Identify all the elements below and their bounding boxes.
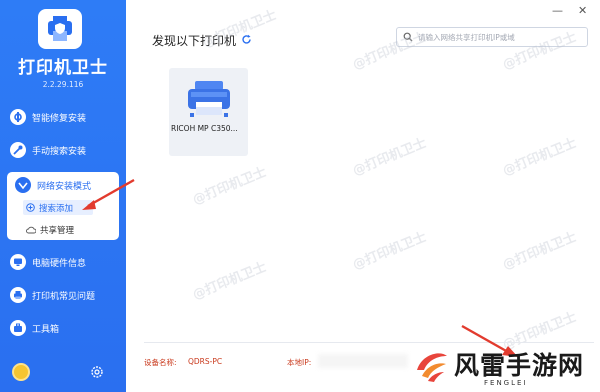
printer-name: RICOH MP C350... (171, 124, 238, 133)
brand-name: 风雷手游网 (454, 351, 585, 380)
sidebar-item-hardware-info[interactable]: 电脑硬件信息 (10, 251, 120, 273)
sidebar-item-toolbox[interactable]: 工具箱 (10, 317, 120, 339)
device-name-label: 设备名称: (144, 358, 177, 367)
sidebar-item-label: 打印机常见问题 (32, 291, 96, 302)
watermark: @打印机卫士 (190, 259, 269, 303)
minimize-button[interactable]: — (552, 4, 563, 17)
search-input[interactable] (418, 32, 583, 42)
watermark: @打印机卫士 (350, 229, 429, 273)
app-logo (38, 9, 82, 49)
device-name-value: QDRS-PC (188, 357, 223, 366)
gear-icon[interactable] (90, 364, 104, 383)
watermark: @打印机卫士 (190, 164, 269, 208)
local-ip-value-redacted (318, 354, 408, 368)
tools-icon (10, 142, 26, 158)
watermark: @打印机卫士 (350, 135, 429, 179)
search-box[interactable] (396, 27, 588, 47)
fenglei-logo-icon (412, 346, 450, 384)
annotation-arrow-sidebar (82, 178, 135, 210)
printer-icon (186, 80, 232, 124)
toolbox-icon (10, 320, 26, 336)
sidebar-item-label: 手动搜索安装 (32, 146, 87, 157)
close-button[interactable]: ✕ (578, 4, 587, 17)
network-icon (15, 177, 31, 193)
sidebar-item-manual-search[interactable]: 手动搜索安装 (10, 139, 120, 161)
page-title-text: 发现以下打印机 (152, 34, 237, 48)
app-title: 打印机卫士 (18, 58, 108, 78)
printer-shield-icon (48, 16, 72, 41)
submenu-label: 搜索添加 (39, 203, 74, 214)
wrench-icon (10, 109, 26, 125)
local-ip-label: 本地IP: (287, 358, 312, 367)
avatar[interactable] (12, 363, 30, 381)
plus-circle-icon (26, 203, 35, 212)
sidebar-item-label: 工具箱 (32, 324, 60, 335)
monitor-icon (10, 254, 26, 270)
printer-card[interactable]: RICOH MP C350... (169, 68, 248, 156)
page-title: 发现以下打印机 (152, 32, 252, 49)
submenu-share-manage[interactable]: 共享管理 (23, 222, 93, 237)
sidebar-item-label: 电脑硬件信息 (32, 258, 87, 269)
watermark: @打印机卫士 (500, 135, 579, 179)
watermark: @打印机卫士 (500, 229, 579, 273)
cloud-icon (26, 226, 36, 234)
printer-icon (10, 287, 26, 303)
refresh-icon[interactable] (241, 34, 252, 48)
search-icon (403, 32, 413, 42)
sidebar-item-faq[interactable]: 打印机常见问题 (10, 284, 120, 306)
submenu-label: 共享管理 (40, 225, 75, 236)
app-version: 2.2.29.116 (42, 80, 84, 89)
sidebar-item-label: 智能修复安装 (32, 113, 87, 124)
sidebar-item-smart-repair[interactable]: 智能修复安装 (10, 106, 120, 128)
brand-sub: FENGLEI (484, 379, 528, 387)
brand-watermark: 风雷手游网 FENGLEI (404, 342, 600, 392)
